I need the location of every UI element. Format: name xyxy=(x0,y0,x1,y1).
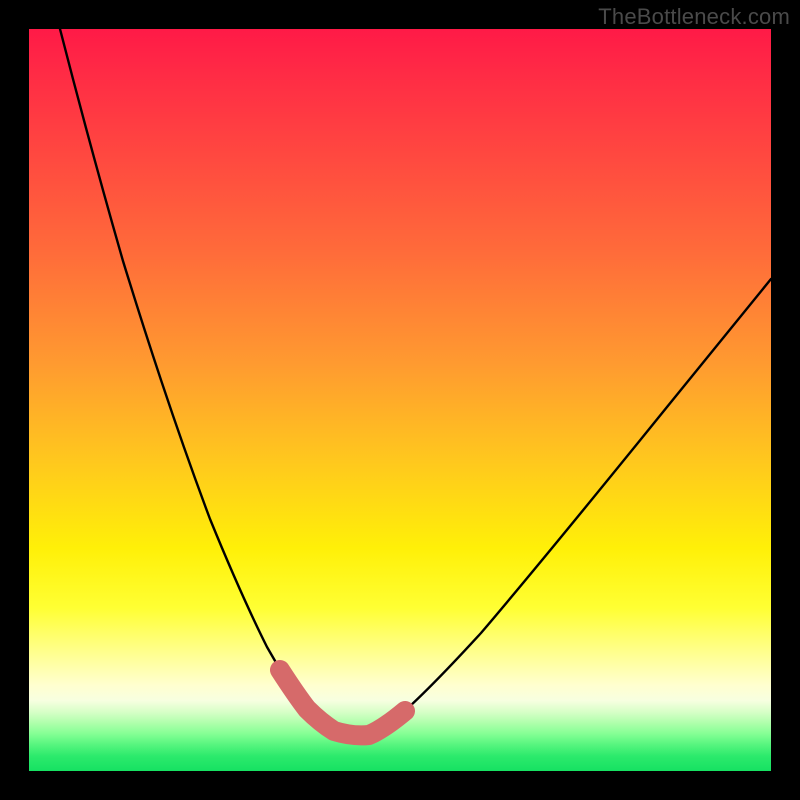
watermark-text: TheBottleneck.com xyxy=(598,4,790,30)
outer-frame: TheBottleneck.com xyxy=(0,0,800,800)
chart-svg xyxy=(29,29,771,771)
bottleneck-curve xyxy=(60,29,771,736)
plot-area xyxy=(29,29,771,771)
highlight-band xyxy=(280,670,405,735)
